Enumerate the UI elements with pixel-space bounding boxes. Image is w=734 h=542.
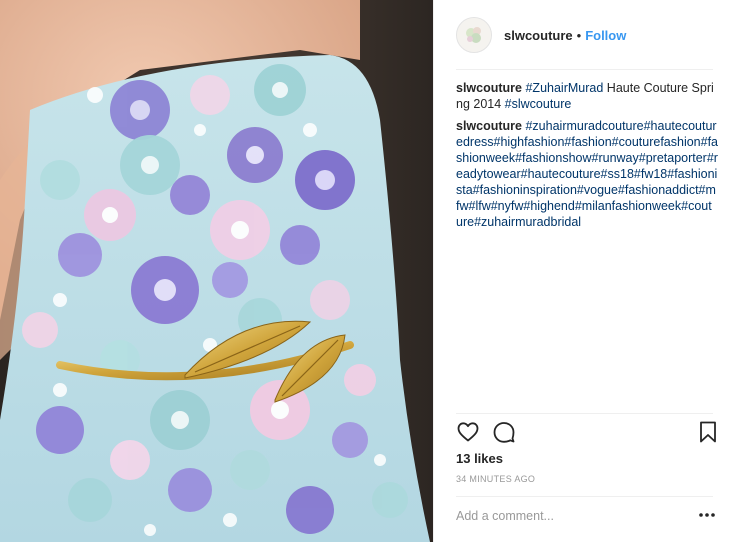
hashtags-comment: slwcouture #zuhairmuradcouture#hautecout… bbox=[456, 118, 718, 230]
caption-comment: slwcouture #ZuhairMurad Haute Couture Sp… bbox=[456, 80, 718, 112]
add-comment-input[interactable] bbox=[456, 506, 686, 526]
actions-divider bbox=[456, 413, 713, 414]
username-link[interactable]: slwcouture bbox=[504, 28, 573, 43]
comment-username[interactable]: slwcouture bbox=[456, 119, 522, 133]
hashtag-link[interactable]: #ZuhairMurad bbox=[525, 81, 603, 95]
action-bar bbox=[456, 420, 718, 444]
hashtag-link[interactable]: #slwcouture bbox=[505, 97, 572, 111]
heart-icon[interactable] bbox=[456, 420, 480, 449]
comment-divider bbox=[456, 496, 713, 497]
header-divider bbox=[456, 69, 713, 70]
post-image[interactable] bbox=[0, 0, 433, 542]
more-options-icon[interactable] bbox=[698, 506, 716, 524]
follow-button[interactable]: Follow bbox=[585, 28, 626, 43]
post-header: slwcouture • Follow bbox=[456, 16, 720, 54]
comment-username[interactable]: slwcouture bbox=[456, 81, 522, 95]
likes-count[interactable]: 13 likes bbox=[456, 451, 503, 466]
post-timestamp[interactable]: 34 MINUTES AGO bbox=[456, 474, 535, 484]
dress-photo-graphic bbox=[0, 0, 430, 542]
comments-list: slwcouture #ZuhairMurad Haute Couture Sp… bbox=[456, 80, 718, 236]
avatar-image bbox=[457, 18, 491, 52]
bookmark-icon[interactable] bbox=[696, 420, 720, 449]
separator-dot: • bbox=[576, 27, 582, 43]
avatar[interactable] bbox=[456, 17, 492, 53]
comment-icon[interactable] bbox=[492, 420, 516, 449]
hashtag-link[interactable]: #zuhairmuradcouture#hautecouturedress#hi… bbox=[456, 119, 718, 229]
post-panel: slwcouture • Follow slwcouture #ZuhairMu… bbox=[433, 0, 734, 542]
